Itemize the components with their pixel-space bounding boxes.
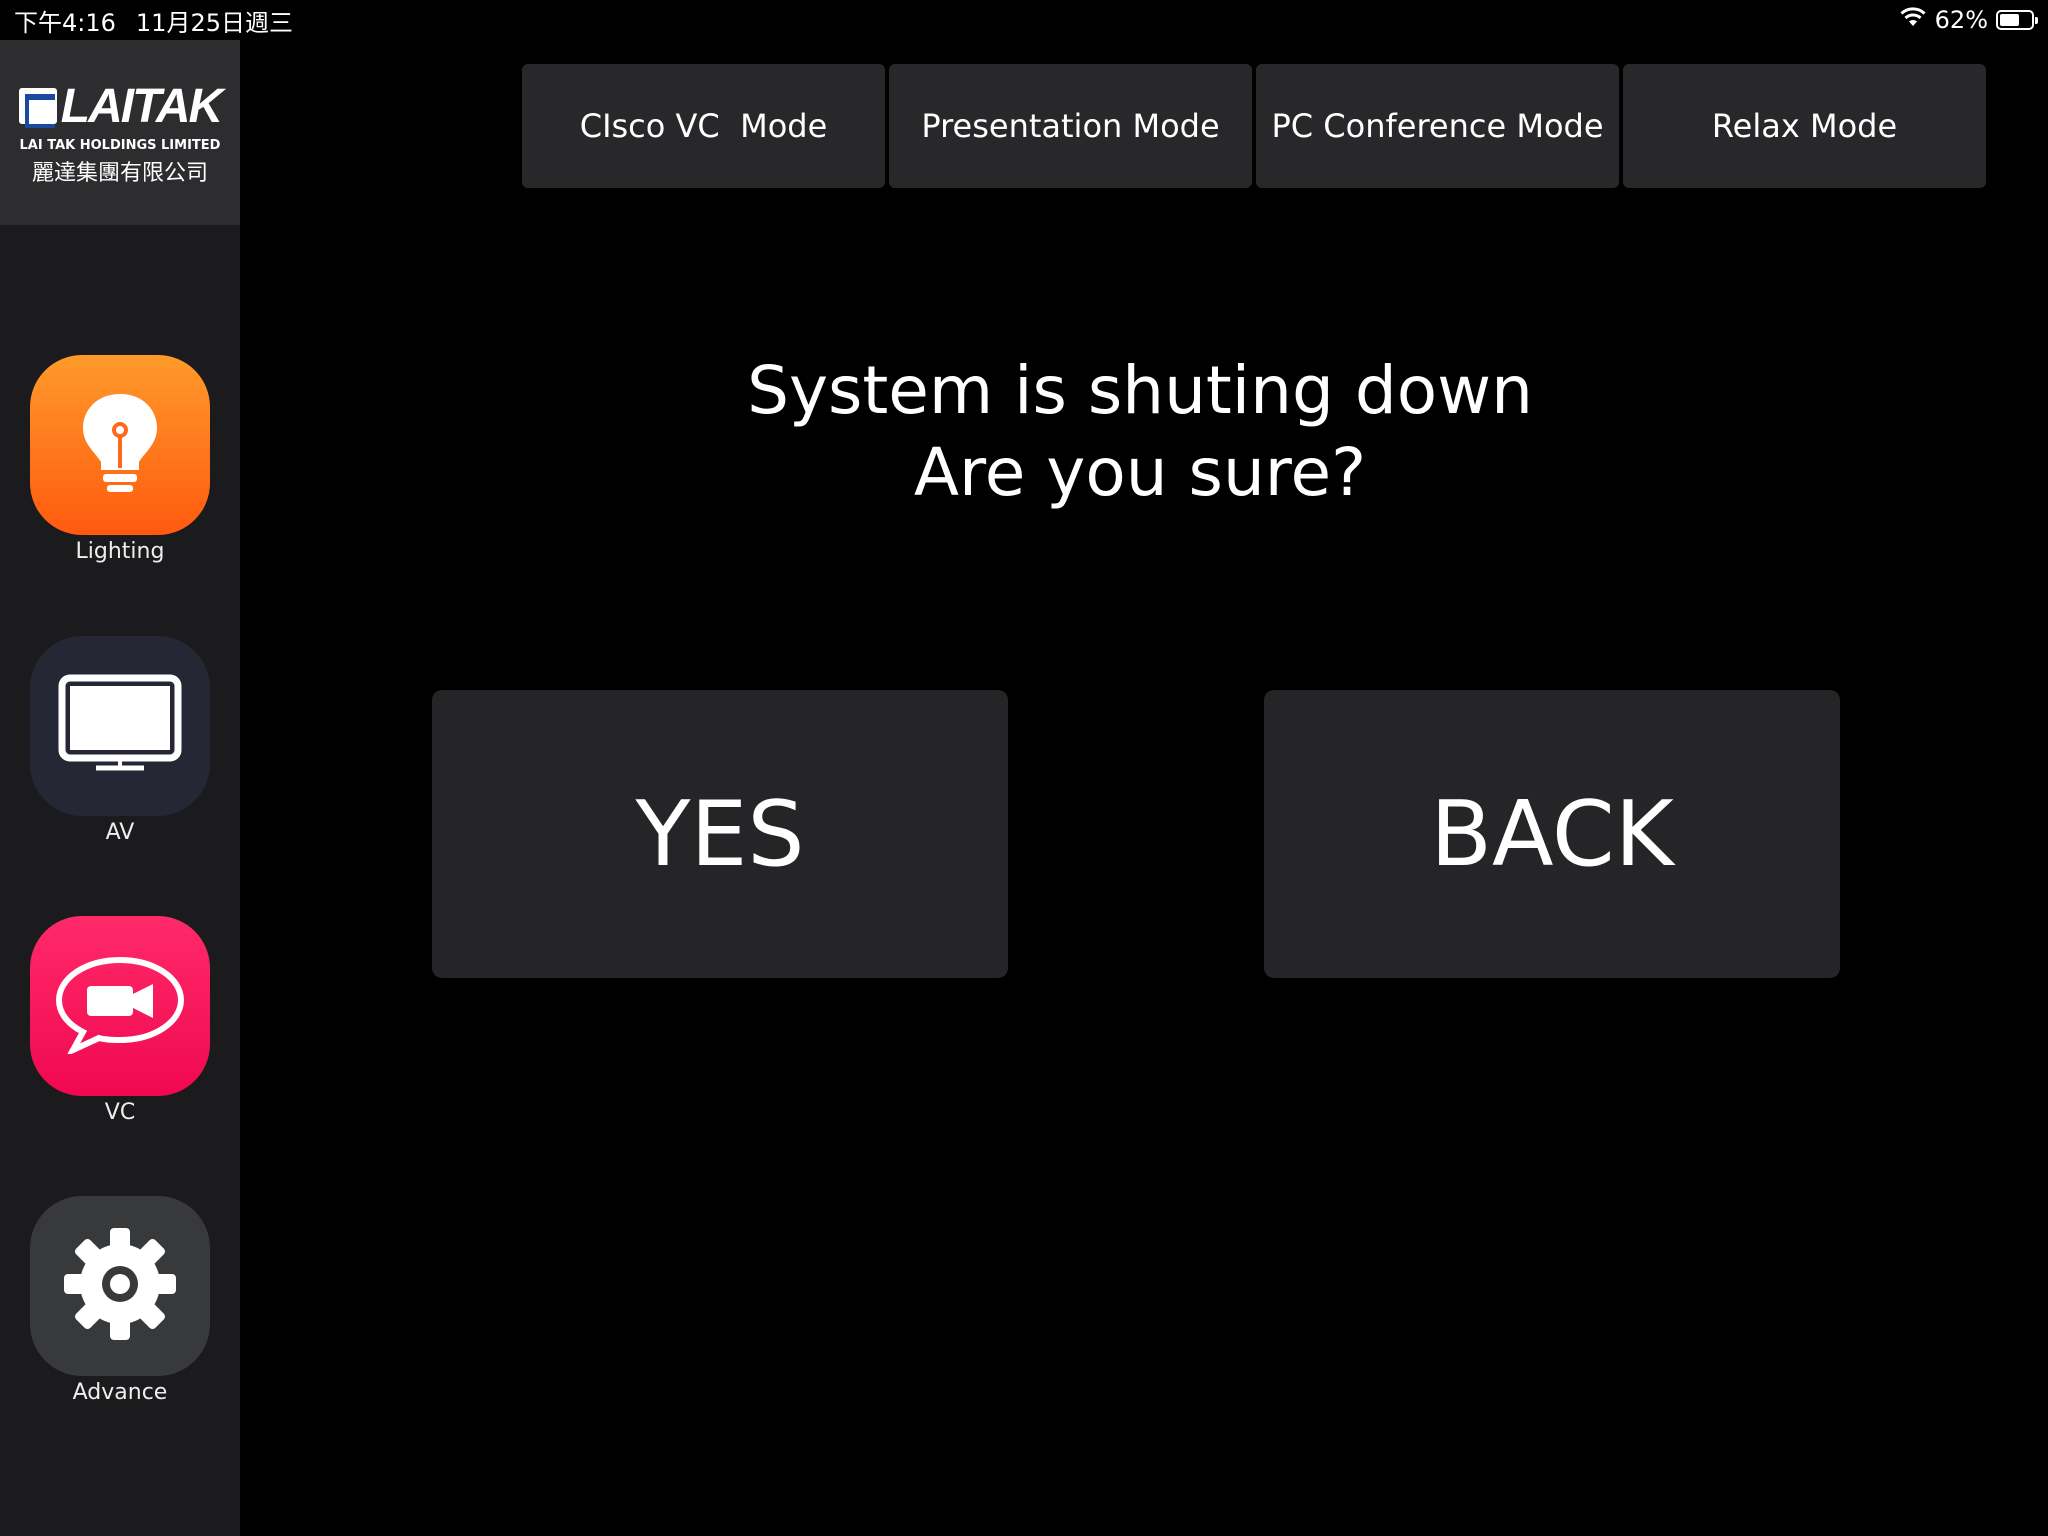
- lighting-tile[interactable]: [30, 355, 210, 535]
- shutdown-prompt: System is shuting down Are you sure?: [640, 350, 1640, 514]
- sidebar-item-av[interactable]: AV: [30, 636, 210, 845]
- sidebar-item-label: Advance: [72, 1380, 168, 1405]
- sidebar-item-advance[interactable]: Advance: [30, 1196, 210, 1405]
- logo-mark-icon: [18, 88, 57, 128]
- prompt-line-2: Are you sure?: [913, 434, 1367, 511]
- sidebar-item-label: VC: [104, 1100, 136, 1125]
- sidebar-item-label: AV: [105, 820, 135, 845]
- battery-percent: 62%: [1934, 6, 1988, 34]
- video-chat-icon: [53, 954, 187, 1058]
- battery-icon: [1996, 10, 2038, 30]
- gear-icon: [60, 1224, 180, 1348]
- pc-conference-mode-button[interactable]: PC Conference Mode: [1256, 64, 1619, 188]
- lightbulb-icon: [75, 388, 165, 502]
- mode-bar: CIsco VC Mode Presentation Mode PC Confe…: [522, 64, 1986, 188]
- battery-fill: [2000, 14, 2019, 26]
- advance-tile[interactable]: [30, 1196, 210, 1376]
- sidebar-item-vc[interactable]: VC: [30, 916, 210, 1125]
- status-bar: 下午4:16 11月25日週三 62%: [0, 0, 2048, 40]
- sidebar-item-label: Lighting: [75, 539, 165, 564]
- relax-mode-button[interactable]: Relax Mode: [1623, 64, 1986, 188]
- yes-button[interactable]: YES: [432, 690, 1008, 978]
- monitor-icon: [58, 674, 182, 778]
- cisco-vc-mode-button[interactable]: CIsco VC Mode: [522, 64, 885, 188]
- prompt-line-1: System is shuting down: [747, 352, 1533, 429]
- status-date: 11月25日週三: [135, 8, 293, 37]
- presentation-mode-button[interactable]: Presentation Mode: [889, 64, 1252, 188]
- wifi-icon: [1899, 6, 1927, 34]
- logo-subtitle-zh: 麗達集團有限公司: [31, 160, 208, 186]
- logo-subtitle-en: LAI TAK HOLDINGS LIMITED: [19, 137, 221, 153]
- av-tile[interactable]: [30, 636, 210, 816]
- logo: LAITAK LAI TAK HOLDINGS LIMITED 麗達集團有限公司: [0, 40, 240, 225]
- vc-tile[interactable]: [30, 916, 210, 1096]
- status-time: 下午4:16: [14, 8, 116, 37]
- sidebar-item-lighting[interactable]: Lighting: [30, 355, 210, 564]
- back-button[interactable]: BACK: [1264, 690, 1840, 978]
- logo-brand: LAITAK: [60, 79, 223, 133]
